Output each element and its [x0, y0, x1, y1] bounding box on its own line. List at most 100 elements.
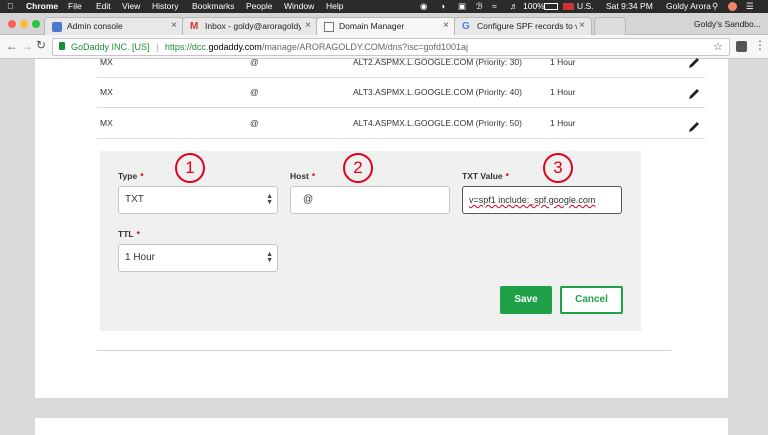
edit-pencil-icon[interactable]	[687, 87, 701, 101]
tab-configure-spf[interactable]: G Configure SPF records to work ×	[454, 17, 592, 35]
close-icon[interactable]: ×	[443, 20, 449, 31]
bluetooth-icon[interactable]: ℬ	[476, 1, 483, 12]
record-type: MX	[100, 57, 113, 67]
section-divider	[97, 350, 671, 351]
gmail-icon: M	[190, 21, 199, 32]
required-mark: *	[136, 229, 140, 239]
edit-pencil-icon[interactable]	[687, 56, 701, 70]
record-type: MX	[100, 87, 113, 97]
table-row: MX @ ALT4.ASPMX.L.GOOGLE.COM (Priority: …	[97, 109, 705, 139]
menu-bookmarks[interactable]: Bookmarks	[192, 1, 235, 11]
siri-icon[interactable]	[728, 2, 737, 11]
camera-icon[interactable]: ◉	[420, 1, 427, 12]
input-source[interactable]: U.S.	[577, 1, 594, 11]
record-ttl: 1 Hour	[550, 57, 576, 67]
menu-history[interactable]: History	[152, 1, 178, 11]
chrome-menu-icon[interactable]: ⋮	[754, 38, 766, 52]
cancel-button[interactable]: Cancel	[560, 286, 623, 314]
close-icon[interactable]: ×	[171, 20, 177, 31]
close-icon[interactable]: ×	[305, 20, 311, 31]
status-icon[interactable]: ◑	[440, 1, 445, 11]
record-ttl: 1 Hour	[550, 87, 576, 97]
host-input-value: @	[303, 194, 314, 205]
back-icon[interactable]: ←	[6, 39, 18, 53]
bookmark-star-icon[interactable]: ☆	[713, 40, 723, 53]
next-card	[35, 418, 728, 435]
forward-icon[interactable]: →	[21, 39, 33, 53]
admin-icon	[52, 22, 62, 32]
clock[interactable]: Sat 9:34 PM	[606, 1, 653, 11]
select-arrows-icon: ▲ ▼	[266, 251, 273, 264]
type-select-value: TXT	[125, 194, 144, 205]
annotation-circle-2: 2	[343, 153, 373, 183]
tab-inbox[interactable]: M Inbox - goldy@aroragoldy.com ×	[182, 17, 318, 35]
save-button[interactable]: Save	[500, 286, 552, 314]
host-input[interactable]: @	[290, 186, 450, 214]
profile-name[interactable]: Goldy's Sandbo...	[694, 19, 761, 29]
edit-pencil-icon[interactable]	[687, 120, 701, 134]
close-icon[interactable]: ×	[579, 20, 585, 31]
user-name[interactable]: Goldy Arora	[666, 1, 711, 11]
record-type: MX	[100, 118, 113, 128]
tab-title: Admin console	[67, 21, 123, 31]
lock-icon[interactable]	[59, 42, 65, 50]
table-row: MX @ ALT3.ASPMX.L.GOOGLE.COM (Priority: …	[97, 78, 705, 108]
txt-value-input[interactable]: v=spf1 include:_spf.google.com	[462, 186, 622, 214]
record-host: @	[250, 118, 259, 128]
table-row: MX @ ALT2.ASPMX.L.GOOGLE.COM (Priority: …	[97, 48, 705, 78]
tab-domain-manager[interactable]: Domain Manager ×	[316, 17, 456, 35]
ttl-label-text: TTL	[118, 229, 134, 239]
notification-center-icon[interactable]: ☰	[746, 1, 754, 12]
window-close-button[interactable]	[8, 20, 16, 28]
record-ttl: 1 Hour	[550, 118, 576, 128]
type-label-text: Type	[118, 171, 138, 181]
menu-edit[interactable]: Edit	[96, 1, 111, 11]
host-label: Host *	[290, 171, 315, 181]
txt-value-label: TXT Value *	[462, 171, 509, 181]
extension-icon[interactable]	[736, 41, 747, 52]
wifi-icon[interactable]: ≈	[492, 1, 497, 11]
txt-value-label-text: TXT Value	[462, 171, 503, 181]
dns-records-card: MX @ ALT2.ASPMX.L.GOOGLE.COM (Priority: …	[35, 57, 728, 398]
menu-view[interactable]: View	[122, 1, 140, 11]
select-arrows-icon: ▲ ▼	[266, 193, 273, 206]
record-host: @	[250, 57, 259, 67]
annotation-circle-1: 1	[175, 153, 205, 183]
ttl-select-value: 1 Hour	[125, 252, 156, 263]
google-icon: G	[462, 21, 470, 32]
us-flag-icon	[563, 3, 574, 10]
volume-icon[interactable]: ♬	[510, 1, 519, 11]
type-select[interactable]: TXT ▲ ▼	[118, 186, 278, 214]
tab-strip: Admin console × M Inbox - goldy@aroragol…	[0, 13, 768, 35]
annotation-circle-3: 3	[543, 153, 573, 183]
txt-value-input-value: v=spf1 include:_spf.google.com	[469, 195, 596, 205]
menu-app-name[interactable]: Chrome	[26, 1, 58, 11]
window-zoom-button[interactable]	[32, 20, 40, 28]
tab-title: Configure SPF records to work	[477, 21, 577, 31]
search-icon[interactable]: ⚲	[712, 1, 718, 12]
record-value: ALT4.ASPMX.L.GOOGLE.COM (Priority: 50)	[353, 118, 522, 128]
window-minimize-button[interactable]	[20, 20, 28, 28]
tab-title: Domain Manager	[339, 21, 405, 31]
tab-title: Inbox - goldy@aroragoldy.com	[205, 21, 301, 31]
menu-window[interactable]: Window	[284, 1, 314, 11]
menu-file[interactable]: File	[68, 1, 82, 11]
cast-icon[interactable]: ▣	[458, 1, 466, 12]
tab-admin-console[interactable]: Admin console ×	[44, 17, 184, 35]
reload-icon[interactable]: ↻	[36, 38, 46, 52]
menu-help[interactable]: Help	[326, 1, 343, 11]
mac-menubar:  Chrome File Edit View History Bookmark…	[0, 0, 768, 13]
battery-icon[interactable]	[544, 3, 558, 10]
menu-people[interactable]: People	[246, 1, 272, 11]
record-value: ALT3.ASPMX.L.GOOGLE.COM (Priority: 40)	[353, 87, 522, 97]
required-mark: *	[505, 171, 509, 181]
new-tab-button[interactable]	[594, 17, 626, 35]
apple-icon[interactable]: 	[7, 1, 13, 11]
ttl-select[interactable]: 1 Hour ▲ ▼	[118, 244, 278, 272]
required-mark: *	[311, 171, 316, 181]
type-label: Type *	[118, 171, 144, 181]
ttl-label: TTL *	[118, 229, 140, 239]
record-host: @	[250, 87, 259, 97]
record-value: ALT2.ASPMX.L.GOOGLE.COM (Priority: 30)	[353, 57, 522, 67]
host-label-text: Host	[290, 171, 309, 181]
